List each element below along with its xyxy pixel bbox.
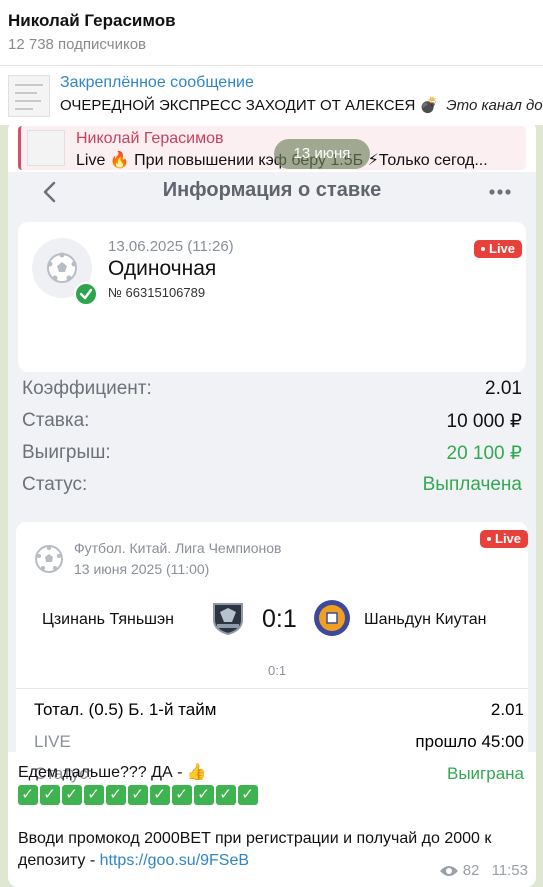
half-score: 0:1 [268,663,287,678]
eye-icon [439,866,458,877]
divider [16,688,528,689]
bet-screen-title: Информация о ставке [162,179,382,201]
check-mark-icon: ✓ [194,785,214,805]
reply-author: Николай Герасимов [76,130,224,147]
message-caption: Едем дальше??? ДА - 👍 ✓ ✓ ✓ ✓ ✓ ✓ ✓ ✓ ✓ ✓ ✓ Вводи … [18,762,528,872]
market-odds: 2.01 [490,700,524,719]
pinned-message-bar[interactable]: Закреплённое сообщение ОЧЕРЕДНОЙ ЭКСПРЕС… [0,66,543,126]
winnings-value: 20 100 ₽ [446,443,522,464]
check-marks: ✓ ✓ ✓ ✓ ✓ ✓ ✓ ✓ ✓ ✓ ✓ [18,784,528,806]
live-label: LIVE [34,732,71,751]
pinned-thumbnail [8,75,50,117]
chat-header[interactable]: Николай Герасимов 12 738 подписчиков [0,0,543,66]
live-badge: Live [474,240,523,258]
check-mark-icon: ✓ [18,785,38,805]
status-row: Статус: Выплачена [22,474,522,500]
stake-row: Ставка: 10 000 ₽ [22,410,522,436]
message-bubble[interactable]: Николай Герасимов Live 🔥 При повышении к… [8,120,536,887]
bet-card: 13.06.2025 (11:26) Одиночная № 663151067… [18,222,526,372]
coefficient-row: Коэффициент: 2.01 [22,378,522,404]
subscriber-count: 12 738 подписчиков [8,36,147,53]
bet-type: Одиночная [108,257,217,280]
check-mark-icon: ✓ [128,785,148,805]
check-mark-icon: ✓ [216,785,236,805]
checkmark-icon [74,282,98,306]
promo-message: Вводи промокод 2000BET при регистрации и… [18,830,492,869]
market-label: Тотал. (0.5) Б. 1-й тайм [34,700,217,719]
bet-screenshot[interactable]: Информация о ставке 13.06.2025 (11:26) О… [8,172,536,794]
more-icon[interactable] [486,180,514,204]
reply-preview[interactable]: Николай Герасимов Live 🔥 При повышении к… [18,126,526,170]
check-mark-icon: ✓ [150,785,170,805]
pinned-text: ОЧЕРЕДНОЙ ЭКСПРЕСС ЗАХОДИТ ОТ АЛЕКСЕЯ 💣 Э… [60,96,543,114]
check-mark-icon: ✓ [62,785,82,805]
check-mark-icon: ✓ [106,785,126,805]
match-score: 0:1 [262,605,297,633]
league-name: Футбол. Китай. Лига Чемпионов [74,540,282,556]
bet-number: № 66315106789 [108,285,206,300]
status-label: Статус: [22,474,88,495]
elapsed-time: прошло 45:00 [415,732,524,751]
winnings-label: Выигрыш: [22,442,111,463]
date-pill: 13 июня [274,139,370,169]
channel-name[interactable]: Николай Герасимов [8,11,176,31]
pinned-title: Закреплённое сообщение [60,74,254,91]
pinned-text-italic: Это канал до [446,97,543,114]
away-team-logo-icon [314,600,350,636]
match-date: 13 июня 2025 (11:00) [74,561,210,577]
message-meta: 82 11:53 [439,862,528,879]
check-mark-icon: ✓ [40,785,60,805]
bet-topbar: Информация о ставке [8,172,536,212]
home-team-logo-icon [213,603,243,636]
stake-value: 10 000 ₽ [446,411,522,432]
check-mark-icon: ✓ [172,785,192,805]
live-badge: Live [480,530,528,548]
home-team: Цзинань Тяньшэн [42,611,175,628]
message-time: 11:53 [491,862,528,879]
pinned-text-main: ОЧЕРЕДНОЙ ЭКСПРЕСС ЗАХОДИТ ОТ АЛЕКСЕЯ 💣 [60,97,439,114]
stake-label: Ставка: [22,410,90,431]
check-mark-icon: ✓ [238,785,258,805]
caption-line1: Едем дальше??? ДА - 👍 [18,764,207,781]
view-count: 82 [462,862,480,879]
reply-thumbnail [27,130,65,166]
coefficient-value: 2.01 [485,378,522,399]
promo-link[interactable]: https://goo.su/9FSeB [100,852,249,869]
football-icon [35,545,63,573]
bet-date: 13.06.2025 (11:26) [108,238,234,255]
check-mark-icon: ✓ [84,785,104,805]
coefficient-label: Коэффициент: [22,378,152,399]
status-value: Выплачена [422,474,522,495]
winnings-row: Выигрыш: 20 100 ₽ [22,442,522,468]
away-team: Шаньдун Киутан [364,611,487,628]
match-card: Футбол. Китай. Лига Чемпионов 13 июня 20… [16,522,528,794]
